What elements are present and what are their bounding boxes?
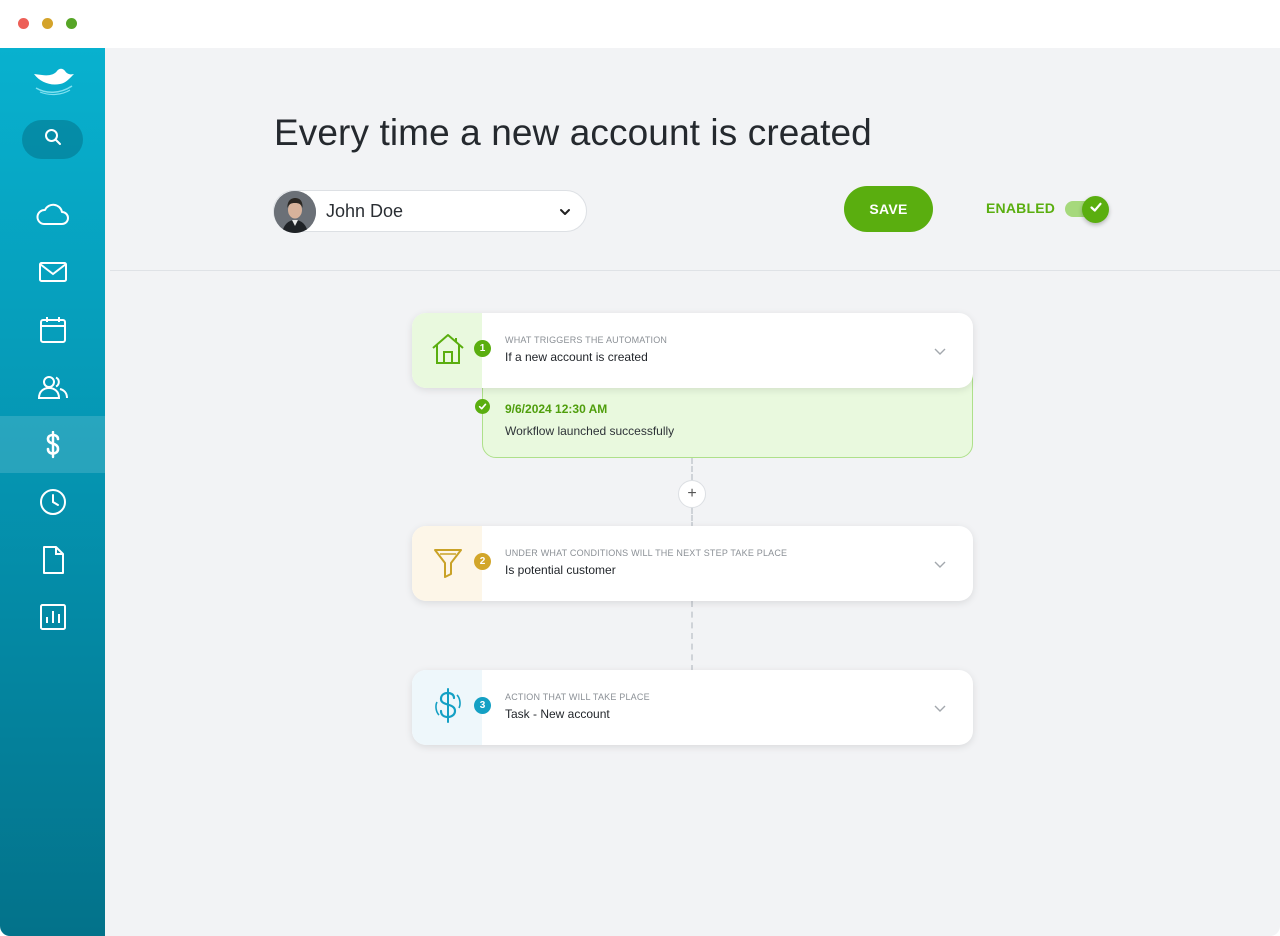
home-icon <box>430 331 466 367</box>
zoom-window-button[interactable] <box>66 18 77 29</box>
calendar-icon <box>38 315 68 345</box>
workflow-step-action[interactable]: 3 ACTION THAT WILL TAKE PLACE Task - New… <box>412 670 973 745</box>
sidebar-item-reports[interactable] <box>0 588 105 645</box>
chevron-down-icon[interactable] <box>933 556 947 574</box>
connector-line <box>691 458 693 480</box>
step-icon-area <box>412 313 482 388</box>
add-step-button[interactable]: + <box>678 480 706 508</box>
avatar <box>274 191 316 233</box>
app-window: Every time a new account is created John… <box>0 0 1280 936</box>
sidebar-item-cloud[interactable] <box>0 186 105 243</box>
step-title: Task - New account <box>505 707 610 721</box>
sidebar-item-documents[interactable] <box>0 531 105 588</box>
minimize-window-button[interactable] <box>42 18 53 29</box>
users-icon <box>37 374 69 400</box>
step-title: Is potential customer <box>505 563 616 577</box>
enabled-toggle[interactable] <box>1063 196 1109 223</box>
dollar-icon <box>43 430 63 459</box>
sidebar-item-sales[interactable] <box>0 416 105 473</box>
chevron-down-icon[interactable] <box>933 343 947 361</box>
clock-icon <box>38 487 68 517</box>
step-label: WHAT TRIGGERS THE AUTOMATION <box>505 335 668 345</box>
connector-line <box>691 508 693 528</box>
document-icon <box>40 545 66 575</box>
step-title: If a new account is created <box>505 350 648 364</box>
workflow-step-condition[interactable]: 2 UNDER WHAT CONDITIONS WILL THE NEXT ST… <box>412 526 973 601</box>
bar-chart-icon <box>39 603 67 631</box>
chevron-down-icon <box>558 205 572 224</box>
step-number-badge: 2 <box>474 553 491 570</box>
header-divider <box>110 270 1280 271</box>
step-label: UNDER WHAT CONDITIONS WILL THE NEXT STEP… <box>505 548 788 558</box>
result-timestamp: 9/6/2024 12:30 AM <box>505 402 608 416</box>
step-number-badge: 3 <box>474 697 491 714</box>
enabled-label: ENABLED <box>986 200 1056 216</box>
main-content: Every time a new account is created John… <box>105 48 1280 936</box>
close-window-button[interactable] <box>18 18 29 29</box>
step-icon-area <box>412 670 482 745</box>
user-name: John Doe <box>326 201 404 221</box>
success-check-icon <box>475 399 490 414</box>
dollar-icon <box>430 688 466 724</box>
filter-icon <box>430 544 466 580</box>
sidebar-item-contacts[interactable] <box>0 358 105 415</box>
title-bar <box>0 0 1280 48</box>
user-select[interactable]: John Doe <box>273 190 587 233</box>
cloud-icon <box>36 203 70 227</box>
toggle-knob <box>1082 196 1109 223</box>
search-button[interactable] <box>22 120 83 159</box>
sidebar-item-calendar[interactable] <box>0 301 105 358</box>
page-title: Every time a new account is created <box>274 112 872 153</box>
step-label: ACTION THAT WILL TAKE PLACE <box>505 692 650 702</box>
result-message: Workflow launched successfully <box>505 424 675 438</box>
connector-line <box>691 601 693 671</box>
check-icon <box>1089 200 1103 219</box>
sidebar-item-history[interactable] <box>0 473 105 530</box>
sidebar-item-mail[interactable] <box>0 243 105 300</box>
sidebar <box>0 48 105 936</box>
chevron-down-icon[interactable] <box>933 700 947 718</box>
mail-icon <box>38 260 68 284</box>
step-number-badge: 1 <box>474 340 491 357</box>
search-icon <box>44 128 62 151</box>
save-button[interactable]: SAVE <box>844 186 933 232</box>
bird-logo-icon[interactable] <box>30 64 78 98</box>
step-icon-area <box>412 526 482 601</box>
workflow-step-trigger[interactable]: 1 WHAT TRIGGERS THE AUTOMATION If a new … <box>412 313 973 388</box>
